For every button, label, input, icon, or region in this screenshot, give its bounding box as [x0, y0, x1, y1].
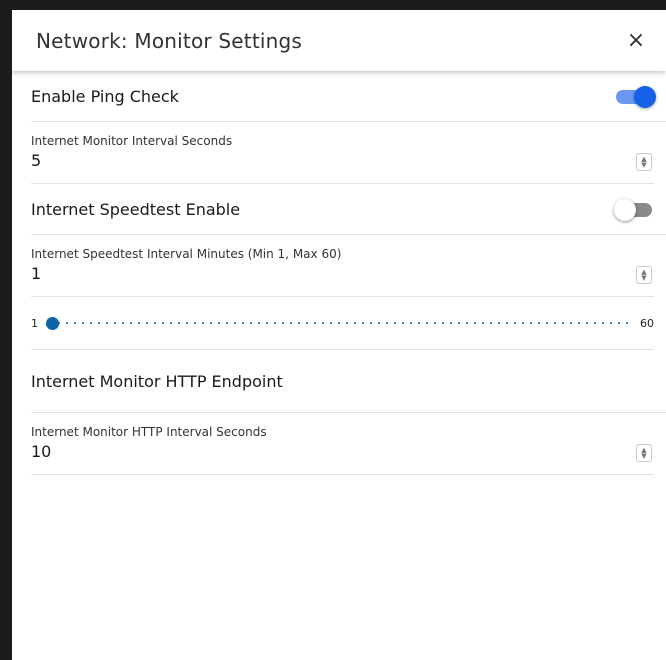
monitor-interval-field: Internet Monitor Interval Seconds ▲▼ — [31, 122, 654, 184]
ping-check-label: Enable Ping Check — [31, 86, 179, 106]
speedtest-enable-label: Internet Speedtest Enable — [31, 199, 241, 219]
speedtest-interval-field: Internet Speedtest Interval Minutes (Min… — [31, 235, 654, 297]
speedtest-interval-slider: 1 60 — [31, 297, 654, 350]
slider-max-label: 60 — [640, 316, 654, 330]
http-interval-input[interactable] — [31, 442, 591, 461]
slider-track[interactable] — [46, 317, 630, 330]
settings-form: Enable Ping Check Internet Monitor Inter… — [12, 71, 666, 475]
speedtest-enable-toggle[interactable] — [614, 197, 654, 221]
spinner-arrows-icon[interactable]: ▲ ▼ — [636, 153, 652, 171]
http-endpoint-row[interactable]: Internet Monitor HTTP Endpoint — [31, 350, 666, 413]
dialog-header: Network: Monitor Settings × — [12, 10, 666, 71]
spinner-arrows-icon[interactable]: ▲ ▼ — [636, 266, 652, 284]
ping-check-toggle[interactable] — [614, 84, 656, 108]
monitor-interval-label: Internet Monitor Interval Seconds — [31, 134, 233, 148]
http-interval-field: Internet Monitor HTTP Interval Seconds ▲… — [31, 413, 654, 475]
monitor-interval-input[interactable] — [31, 151, 591, 170]
speedtest-interval-input[interactable] — [31, 264, 591, 283]
slider-ticks — [47, 322, 630, 324]
http-endpoint-label: Internet Monitor HTTP Endpoint — [31, 371, 283, 391]
dialog-title: Network: Monitor Settings — [36, 28, 303, 53]
spinner-arrows-icon[interactable]: ▲ ▼ — [636, 444, 652, 462]
slider-min-label: 1 — [31, 316, 38, 330]
slider-thumb[interactable] — [46, 317, 59, 330]
toggle-thumb — [634, 86, 656, 108]
monitor-settings-dialog: Network: Monitor Settings × Enable Ping … — [12, 10, 666, 660]
speedtest-interval-label: Internet Speedtest Interval Minutes (Min… — [31, 247, 342, 261]
close-icon[interactable]: × — [624, 28, 648, 53]
speedtest-enable-row: Internet Speedtest Enable — [31, 184, 666, 235]
ping-check-row: Enable Ping Check — [31, 71, 666, 122]
toggle-thumb — [614, 199, 636, 221]
http-interval-label: Internet Monitor HTTP Interval Seconds — [31, 425, 267, 439]
